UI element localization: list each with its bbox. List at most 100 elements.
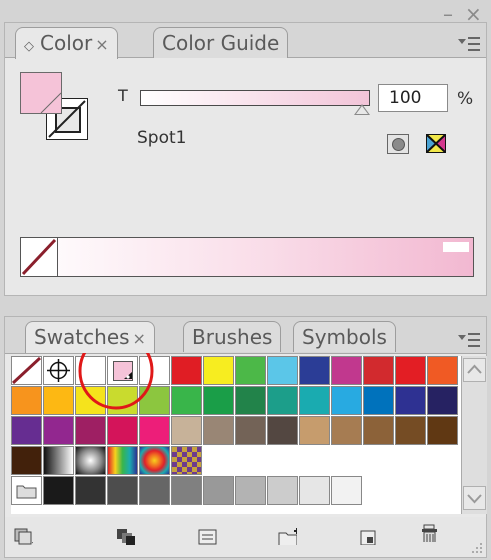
swatch[interactable] [203,476,234,505]
none-slash-icon [21,238,57,276]
swatch[interactable] [267,386,298,415]
swatch[interactable] [171,476,202,505]
swatch[interactable] [331,476,362,505]
tab-brushes[interactable]: Brushes [183,321,282,352]
panel-menu-icon[interactable] [458,35,480,51]
new-swatch-icon[interactable] [359,527,379,545]
spot-color-corner-icon [124,372,132,379]
none-swatch[interactable] [11,356,42,385]
swatch[interactable] [235,386,266,415]
swatch[interactable] [75,416,106,445]
out-of-gamut-icon[interactable] [425,133,447,154]
swatch[interactable] [331,386,362,415]
swatch[interactable] [203,386,234,415]
swatch[interactable] [395,416,426,445]
registration-icon [47,359,70,382]
color-group-folder[interactable] [11,476,42,505]
panel-menu-icon[interactable] [458,331,480,347]
swatch[interactable] [267,356,298,385]
gradient-swatch[interactable] [139,446,170,475]
swatch[interactable] [11,386,42,415]
spot1-swatch[interactable] [107,356,138,385]
swatches-scrollbar[interactable] [461,356,487,514]
swatches-panel-tabbar: Swatches × Brushes Symbols [5,317,486,354]
swatch[interactable] [299,416,330,445]
swatch[interactable] [331,416,362,445]
color-panel-tabbar: ◇ Color × Color Guide [5,23,486,59]
convert-to-process-icon[interactable] [387,134,409,154]
tint-input[interactable]: 100 [378,84,448,112]
tab-swatches[interactable]: Swatches × [25,321,155,353]
swatch[interactable] [267,416,298,445]
tint-slider[interactable] [140,90,370,106]
swatch[interactable] [395,386,426,415]
pattern-swatch[interactable] [171,446,202,475]
swatch[interactable] [235,416,266,445]
swatch[interactable] [107,416,138,445]
none-color-box[interactable] [21,238,58,276]
tab-symbols-label: Symbols [302,325,387,349]
swatch[interactable] [75,476,106,505]
color-name-label: Spot1 [137,128,187,148]
gradient-swatch[interactable] [75,446,106,475]
swatch[interactable] [267,476,298,505]
swatch[interactable] [235,476,266,505]
swatch-options-icon[interactable] [197,527,217,545]
tab-color[interactable]: ◇ Color × [15,27,118,59]
gradient-swatch[interactable] [107,446,138,475]
swatch[interactable] [171,386,202,415]
swatch[interactable] [43,386,74,415]
swatch[interactable] [235,356,266,385]
swatch[interactable] [139,356,170,385]
swatch[interactable] [43,416,74,445]
gradient-swatch[interactable] [43,446,74,475]
scroll-up-button[interactable] [463,358,486,382]
swatch[interactable] [171,356,202,385]
swatch[interactable] [427,356,458,385]
swatch[interactable] [299,386,330,415]
delete-swatch-icon[interactable] [421,524,441,542]
swatch[interactable] [139,386,170,415]
swatch[interactable] [395,356,426,385]
swatch[interactable] [427,416,458,445]
color-spectrum-bar[interactable] [20,237,474,277]
swatch[interactable] [11,446,42,475]
swatch[interactable] [203,356,234,385]
swatch-grid [11,356,461,514]
swatch[interactable] [139,476,170,505]
spectrum-white-patch[interactable] [443,242,469,252]
tab-close-icon[interactable]: × [95,35,108,54]
swatch[interactable] [107,476,138,505]
swatch[interactable] [107,386,138,415]
swatch[interactable] [331,356,362,385]
scroll-down-button[interactable] [463,486,486,510]
swatch[interactable] [43,476,74,505]
tab-swatches-label: Swatches [34,325,130,349]
tab-close-icon[interactable]: × [133,329,146,348]
swatch[interactable] [363,386,394,415]
swatch[interactable] [363,416,394,445]
white-swatch[interactable] [75,356,106,385]
minimize-icon[interactable]: – [443,4,453,24]
new-color-group-icon[interactable] [277,527,297,545]
swatch[interactable] [75,386,106,415]
swatches-bottom-bar [5,517,486,557]
swatch[interactable] [139,416,170,445]
collapse-arrows-icon[interactable]: ◇ [24,39,34,54]
swatch[interactable] [299,476,330,505]
swatch[interactable] [203,416,234,445]
show-swatch-kinds-icon[interactable] [115,527,135,545]
swatch[interactable] [363,356,394,385]
resize-grip-icon[interactable] [470,541,484,555]
swatch[interactable] [299,356,330,385]
tab-brushes-label: Brushes [192,325,273,349]
swatch[interactable] [427,386,458,415]
tab-symbols[interactable]: Symbols [293,321,396,352]
folder-icon [16,485,37,499]
swatch[interactable] [171,416,202,445]
swatch[interactable] [11,416,42,445]
swatch-libraries-menu-icon[interactable] [13,527,33,545]
close-icon[interactable]: × [465,4,482,24]
registration-swatch[interactable] [43,356,74,385]
tab-color-guide[interactable]: Color Guide [153,27,289,58]
